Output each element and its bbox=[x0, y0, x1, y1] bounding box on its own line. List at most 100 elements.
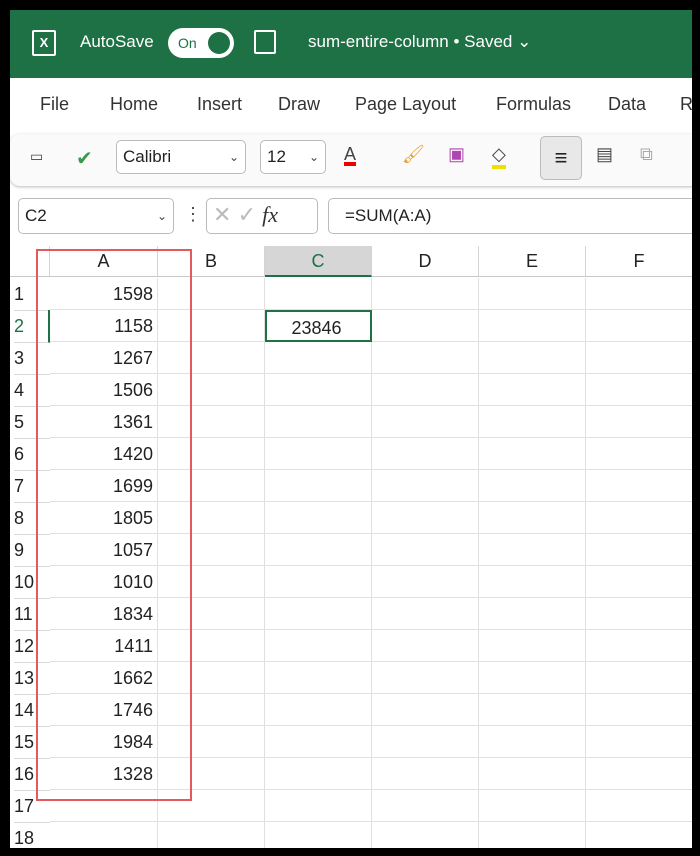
cell-D7[interactable] bbox=[372, 470, 479, 502]
cell-E6[interactable] bbox=[479, 438, 586, 470]
cell-C18[interactable] bbox=[265, 822, 372, 848]
cell-D9[interactable] bbox=[372, 534, 479, 566]
cell-D14[interactable] bbox=[372, 694, 479, 726]
save-icon[interactable] bbox=[254, 30, 276, 54]
cell-C13[interactable] bbox=[265, 662, 372, 694]
cell-F13[interactable] bbox=[586, 662, 692, 694]
cell-E18[interactable] bbox=[479, 822, 586, 848]
cell-D4[interactable] bbox=[372, 374, 479, 406]
cell-C17[interactable] bbox=[265, 790, 372, 822]
cell-E9[interactable] bbox=[479, 534, 586, 566]
autosave-toggle[interactable]: On bbox=[168, 28, 234, 58]
cell-C15[interactable] bbox=[265, 726, 372, 758]
cell-D12[interactable] bbox=[372, 630, 479, 662]
cell-F17[interactable] bbox=[586, 790, 692, 822]
cell-C8[interactable] bbox=[265, 502, 372, 534]
cell-D18[interactable] bbox=[372, 822, 479, 848]
cell-F3[interactable] bbox=[586, 342, 692, 374]
cell-F18[interactable] bbox=[586, 822, 692, 848]
cell-D15[interactable] bbox=[372, 726, 479, 758]
cell-E12[interactable] bbox=[479, 630, 586, 662]
align-center-icon[interactable]: ≡ bbox=[540, 136, 582, 180]
cell-B18[interactable] bbox=[158, 822, 265, 848]
cell-D10[interactable] bbox=[372, 566, 479, 598]
cell-F5[interactable] bbox=[586, 406, 692, 438]
cell-F1[interactable] bbox=[586, 278, 692, 310]
edit-icon[interactable]: ▤ bbox=[596, 144, 613, 165]
column-header-d[interactable]: D bbox=[372, 246, 479, 277]
cell-E8[interactable] bbox=[479, 502, 586, 534]
cell-C10[interactable] bbox=[265, 566, 372, 598]
cell-C6[interactable] bbox=[265, 438, 372, 470]
cell-F12[interactable] bbox=[586, 630, 692, 662]
tab-formulas[interactable]: Formulas bbox=[496, 94, 571, 115]
document-title[interactable]: sum-entire-column • Saved ⌄ bbox=[308, 32, 531, 52]
cell-E7[interactable] bbox=[479, 470, 586, 502]
cell-D5[interactable] bbox=[372, 406, 479, 438]
cell-F7[interactable] bbox=[586, 470, 692, 502]
cell-D8[interactable] bbox=[372, 502, 479, 534]
cell-E4[interactable] bbox=[479, 374, 586, 406]
cell-E11[interactable] bbox=[479, 598, 586, 630]
cell-E16[interactable] bbox=[479, 758, 586, 790]
font-color-icon[interactable]: A bbox=[344, 144, 356, 165]
cell-D11[interactable] bbox=[372, 598, 479, 630]
check-icon[interactable]: ✔ bbox=[76, 146, 93, 171]
fill-color-icon[interactable]: ◇ bbox=[492, 144, 506, 169]
cell-D1[interactable] bbox=[372, 278, 479, 310]
cell-F10[interactable] bbox=[586, 566, 692, 598]
tab-data[interactable]: Data bbox=[608, 94, 646, 115]
tab-review[interactable]: R bbox=[680, 94, 692, 115]
column-header-f[interactable]: F bbox=[586, 246, 692, 277]
cell-E17[interactable] bbox=[479, 790, 586, 822]
row-header-18[interactable]: 18 bbox=[14, 822, 50, 848]
cell-F16[interactable] bbox=[586, 758, 692, 790]
font-size-select[interactable]: 12 ⌄ bbox=[260, 140, 326, 174]
cell-D17[interactable] bbox=[372, 790, 479, 822]
formula-input[interactable]: =SUM(A:A) bbox=[328, 198, 692, 234]
cell-F15[interactable] bbox=[586, 726, 692, 758]
cell-C16[interactable] bbox=[265, 758, 372, 790]
name-box[interactable]: C2 ⌄ bbox=[18, 198, 174, 234]
cell-D2[interactable] bbox=[372, 310, 479, 342]
cell-C7[interactable] bbox=[265, 470, 372, 502]
tab-file[interactable]: File bbox=[40, 94, 69, 115]
cell-D13[interactable] bbox=[372, 662, 479, 694]
cell-F14[interactable] bbox=[586, 694, 692, 726]
font-select[interactable]: Calibri ⌄ bbox=[116, 140, 246, 174]
cell-E14[interactable] bbox=[479, 694, 586, 726]
tab-draw[interactable]: Draw bbox=[278, 94, 320, 115]
cell-D16[interactable] bbox=[372, 758, 479, 790]
enter-icon[interactable]: ✓ bbox=[238, 202, 256, 227]
cancel-icon[interactable]: ✕ bbox=[213, 202, 231, 227]
cell-C2[interactable]: 23846 bbox=[265, 310, 372, 342]
cell-D6[interactable] bbox=[372, 438, 479, 470]
cell-C4[interactable] bbox=[265, 374, 372, 406]
cell-F11[interactable] bbox=[586, 598, 692, 630]
cell-F6[interactable] bbox=[586, 438, 692, 470]
cell-F8[interactable] bbox=[586, 502, 692, 534]
cell-C12[interactable] bbox=[265, 630, 372, 662]
cell-E2[interactable] bbox=[479, 310, 586, 342]
column-header-c[interactable]: C bbox=[265, 246, 372, 277]
tab-page-layout[interactable]: Page Layout bbox=[355, 94, 456, 115]
cell-F2[interactable] bbox=[586, 310, 692, 342]
cell-F9[interactable] bbox=[586, 534, 692, 566]
cell-E15[interactable] bbox=[479, 726, 586, 758]
number-format-icon[interactable]: ▭ bbox=[30, 148, 43, 165]
column-header-e[interactable]: E bbox=[479, 246, 586, 277]
cell-E10[interactable] bbox=[479, 566, 586, 598]
format-painter-icon[interactable]: 🖌 bbox=[402, 144, 425, 165]
merge-icon[interactable]: ⧉ bbox=[640, 144, 653, 165]
cell-E3[interactable] bbox=[479, 342, 586, 374]
cell-C1[interactable] bbox=[265, 278, 372, 310]
cell-C11[interactable] bbox=[265, 598, 372, 630]
cell-E13[interactable] bbox=[479, 662, 586, 694]
styles-icon[interactable]: ▣ bbox=[448, 144, 465, 165]
cell-E5[interactable] bbox=[479, 406, 586, 438]
tab-home[interactable]: Home bbox=[110, 94, 158, 115]
tab-insert[interactable]: Insert bbox=[197, 94, 242, 115]
cell-C14[interactable] bbox=[265, 694, 372, 726]
fx-icon[interactable]: fx bbox=[262, 202, 278, 227]
more-icon[interactable]: ⋮ bbox=[184, 204, 202, 225]
